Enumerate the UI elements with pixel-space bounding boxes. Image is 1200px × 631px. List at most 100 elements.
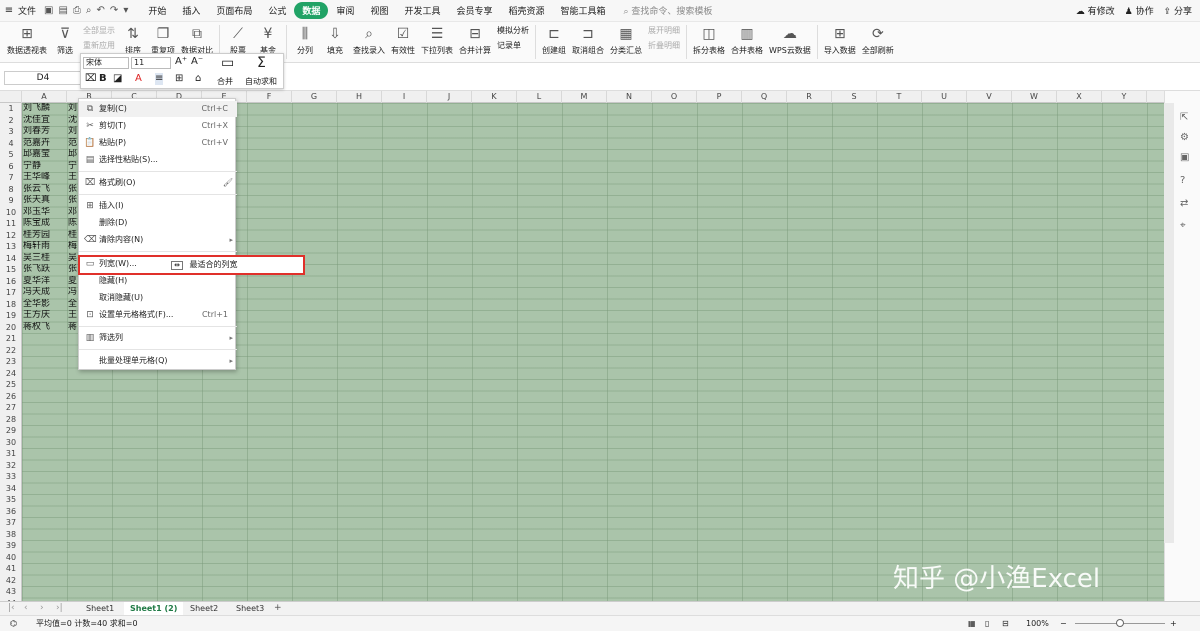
cell-b[interactable]: 全 bbox=[68, 299, 78, 310]
cell-a[interactable]: 张天真 bbox=[23, 195, 50, 206]
row-header[interactable]: 18 bbox=[0, 299, 22, 311]
zoom-out-icon[interactable]: − bbox=[1060, 616, 1067, 631]
consolidate-button[interactable]: ⊟ 合并计算 bbox=[456, 22, 494, 56]
tab-2[interactable]: 页面布局 bbox=[208, 2, 260, 19]
font-color-icon[interactable]: A bbox=[135, 73, 142, 85]
menu-item-hide[interactable]: 隐藏(H) bbox=[79, 273, 237, 289]
cell-b[interactable]: 宁 bbox=[68, 161, 78, 172]
cell-b[interactable]: 沈 bbox=[68, 115, 78, 126]
cell-a[interactable]: 刘春芳 bbox=[23, 126, 50, 137]
zoom-in-icon[interactable]: + bbox=[1170, 616, 1177, 631]
cell-b[interactable]: 张 bbox=[68, 195, 78, 206]
column-header[interactable]: U bbox=[922, 91, 967, 103]
cell-a[interactable]: 吴三桂 bbox=[23, 253, 50, 264]
cell-b[interactable]: 蒋 bbox=[68, 322, 78, 333]
column-header[interactable]: G bbox=[292, 91, 337, 103]
tab-3[interactable]: 公式 bbox=[260, 2, 294, 19]
row-header[interactable]: 8 bbox=[0, 184, 22, 196]
menu-item-format-cells[interactable]: ⊡ 设置单元格格式(F)... Ctrl+1 bbox=[79, 307, 237, 323]
clear-format-icon[interactable]: ⌂ bbox=[195, 73, 201, 85]
row-header[interactable]: 27 bbox=[0, 402, 22, 414]
column-header[interactable]: K bbox=[472, 91, 517, 103]
row-header[interactable]: 19 bbox=[0, 310, 22, 322]
cell-a[interactable]: 桂芳园 bbox=[23, 230, 50, 241]
row-header[interactable]: 1 bbox=[0, 103, 22, 115]
prev-sheet-icon[interactable]: ‹ bbox=[24, 602, 28, 615]
row-header[interactable]: 23 bbox=[0, 356, 22, 368]
pivot-table-button[interactable]: ⊞ 数据透视表 bbox=[4, 22, 50, 56]
share-icon[interactable]: ⇄ bbox=[1180, 198, 1188, 209]
menu-item-copy[interactable]: ⧉ 复制(C) Ctrl+C bbox=[79, 101, 237, 117]
column-header[interactable]: T bbox=[877, 91, 922, 103]
row-header[interactable]: 20 bbox=[0, 322, 22, 334]
record-form-button[interactable]: 记录单 bbox=[497, 40, 529, 51]
file-menu[interactable]: 文件 bbox=[18, 4, 36, 17]
row-header[interactable]: 34 bbox=[0, 483, 22, 495]
macro-icon[interactable]: ⌬ bbox=[10, 616, 17, 631]
menu-icon[interactable]: ≡ bbox=[0, 5, 18, 16]
cell-a[interactable]: 邓玉华 bbox=[23, 207, 50, 218]
cell-b[interactable]: 陈 bbox=[68, 218, 78, 229]
lookup-entry-button[interactable]: ⌕ 查找录入 bbox=[350, 22, 388, 56]
select-icon[interactable]: ⇱ bbox=[1180, 112, 1188, 123]
row-header[interactable]: 14 bbox=[0, 253, 22, 265]
cell-a[interactable]: 王方庆 bbox=[23, 310, 50, 321]
cell-a[interactable]: 邱嘉莹 bbox=[23, 149, 50, 160]
cell-a[interactable]: 范嘉卉 bbox=[23, 138, 50, 149]
row-header[interactable]: 36 bbox=[0, 506, 22, 518]
export-pdf-icon[interactable]: ▤ bbox=[58, 5, 67, 16]
page-break-icon[interactable]: ⊟ bbox=[1002, 616, 1009, 631]
row-header[interactable]: 42 bbox=[0, 575, 22, 587]
cell-b[interactable]: 张 bbox=[68, 264, 78, 275]
undo-icon[interactable]: ↶ bbox=[97, 5, 105, 16]
menu-item-format-painter[interactable]: ⌧ 格式刷(O) 🖌 bbox=[79, 175, 237, 191]
row-header[interactable]: 31 bbox=[0, 448, 22, 460]
align-center-icon[interactable]: ≡ bbox=[155, 73, 164, 85]
cell-b[interactable]: 邱 bbox=[68, 149, 78, 160]
row-header[interactable]: 28 bbox=[0, 414, 22, 426]
print-preview-icon[interactable]: ⌕ bbox=[86, 5, 92, 16]
collaborate-button[interactable]: ♟ 协作 bbox=[1125, 4, 1154, 17]
column-header[interactable]: R bbox=[787, 91, 832, 103]
cell-a[interactable]: 陈宝成 bbox=[23, 218, 50, 229]
tab-7[interactable]: 开发工具 bbox=[396, 2, 448, 19]
row-header[interactable]: 16 bbox=[0, 276, 22, 288]
sheet-tab[interactable]: Sheet3 bbox=[230, 602, 270, 615]
menu-item-unhide[interactable]: 取消隐藏(U) bbox=[79, 290, 237, 306]
row-header[interactable]: 21 bbox=[0, 333, 22, 345]
cell-a[interactable]: 刘飞麟 bbox=[23, 103, 50, 114]
row-header[interactable]: 15 bbox=[0, 264, 22, 276]
column-header[interactable]: P bbox=[697, 91, 742, 103]
font-name-select[interactable]: 宋体 bbox=[83, 57, 129, 69]
cell-a[interactable]: 王华峰 bbox=[23, 172, 50, 183]
menu-item-cut[interactable]: ✂ 剪切(T) Ctrl+X bbox=[79, 118, 237, 134]
dropdown-list-button[interactable]: ☰ 下拉列表 bbox=[418, 22, 456, 56]
row-header[interactable]: 17 bbox=[0, 287, 22, 299]
row-header[interactable]: 32 bbox=[0, 460, 22, 472]
name-box[interactable]: D4 bbox=[4, 71, 82, 85]
column-header[interactable]: M bbox=[562, 91, 607, 103]
reapply-button[interactable]: 重新应用 bbox=[83, 40, 115, 51]
filter-button[interactable]: ⊽ 筛选 bbox=[50, 22, 80, 56]
cell-a[interactable]: 蒋权飞 bbox=[23, 322, 50, 333]
row-header[interactable]: 22 bbox=[0, 345, 22, 357]
print-icon[interactable]: ⎙ bbox=[73, 5, 81, 16]
first-sheet-icon[interactable]: |‹ bbox=[8, 602, 15, 615]
column-header[interactable]: L bbox=[517, 91, 562, 103]
row-header[interactable]: 25 bbox=[0, 379, 22, 391]
row-header[interactable]: 10 bbox=[0, 207, 22, 219]
merge-cells-icon[interactable]: ▭ bbox=[221, 55, 234, 71]
column-header[interactable]: Q bbox=[742, 91, 787, 103]
page-layout-icon[interactable]: ▯ bbox=[985, 616, 989, 631]
vertical-scrollbar[interactable] bbox=[1164, 103, 1174, 543]
last-sheet-icon[interactable]: ›| bbox=[56, 602, 63, 615]
wps-cloud-data-button[interactable]: ☁ WPS云数据 bbox=[766, 22, 814, 56]
cell-a[interactable]: 张云飞 bbox=[23, 184, 50, 195]
fund-button[interactable]: ¥ 基金 bbox=[253, 22, 283, 56]
tab-0[interactable]: 开始 bbox=[140, 2, 174, 19]
row-header[interactable]: 6 bbox=[0, 161, 22, 173]
font-size-select[interactable]: 11 bbox=[131, 57, 171, 69]
row-header[interactable]: 29 bbox=[0, 425, 22, 437]
column-header[interactable]: X bbox=[1057, 91, 1102, 103]
row-header[interactable]: 4 bbox=[0, 138, 22, 150]
